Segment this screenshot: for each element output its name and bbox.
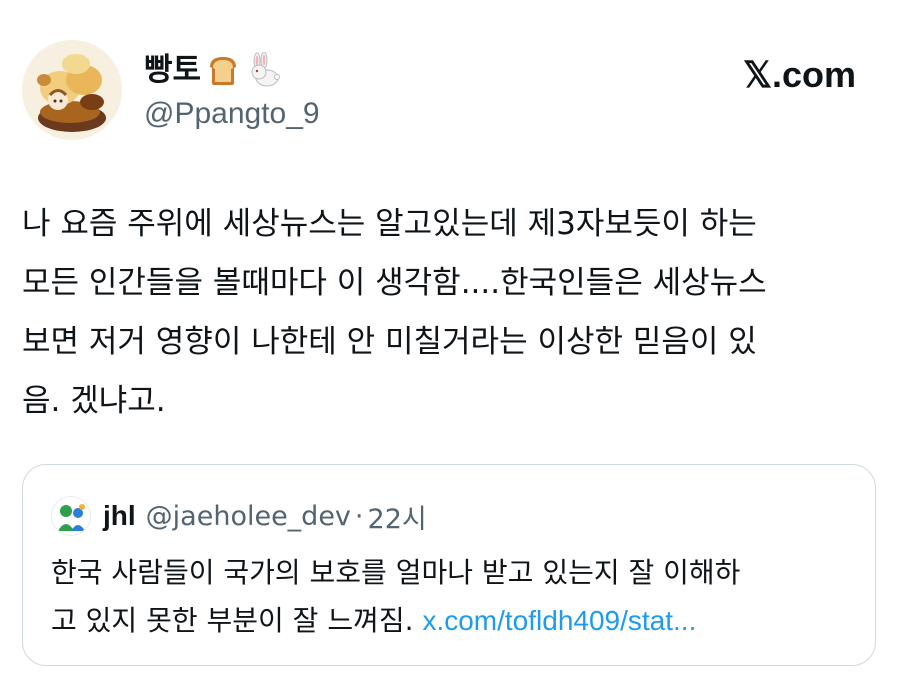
author-names: 빵토 @Ppangto_9 [144,50,320,132]
author-avatar[interactable] [22,40,122,140]
rabbit-emoji-icon [245,51,281,88]
separator-dot: · [354,500,364,532]
author-handle[interactable]: @Ppangto_9 [144,96,320,132]
tweet-line: 음. 겠냐고. [22,383,166,419]
tweet-header: 빵토 @Ppangto_9 𝕏.com [22,40,878,140]
quoted-tweet-link[interactable]: x.com/tofldh409/stat... [422,605,696,636]
bread-emoji-icon [205,52,241,88]
tweet-body: 나 요즘 주위에 세상뉴스는 알고있는데 제3자보듯이 하는모든 인간들을 볼때… [22,195,884,431]
quoted-tweet-time[interactable]: 22시 [368,497,427,536]
quoted-author-avatar[interactable] [51,496,91,536]
quoted-tweet-header: jhl @jaeholee_dev · 22시 [51,495,427,537]
quoted-tweet-body: 한국 사람들이 국가의 보호를 얼마나 받고 있는지 잘 이해하 고 있지 못한… [51,549,851,645]
tweet-line: 보면 저거 영향이 나한테 안 미칠거라는 이상한 믿음이 있 [22,324,757,360]
display-name-row: 빵토 [144,50,320,90]
quoted-author-name[interactable]: jhl [103,500,136,532]
x-com-logo: 𝕏.com [742,54,856,95]
author-display-name[interactable]: 빵토 [144,50,201,90]
tweet-line: 나 요즘 주위에 세상뉴스는 알고있는데 제3자보듯이 하는 [22,206,757,242]
quoted-tweet-line-text: 고 있지 못한 부분이 잘 느껴짐. [51,604,423,637]
quoted-tweet-line: 고 있지 못한 부분이 잘 느껴짐. x.com/tofldh409/stat.… [51,597,851,645]
quoted-tweet-card[interactable]: jhl @jaeholee_dev · 22시 한국 사람들이 국가의 보호를 … [22,464,876,666]
tweet-line: 모든 인간들을 볼때마다 이 생각함....한국인들은 세상뉴스 [22,265,767,301]
quoted-tweet-line: 한국 사람들이 국가의 보호를 얼마나 받고 있는지 잘 이해하 [51,556,741,589]
quoted-author-handle[interactable]: @jaeholee_dev [146,501,351,532]
